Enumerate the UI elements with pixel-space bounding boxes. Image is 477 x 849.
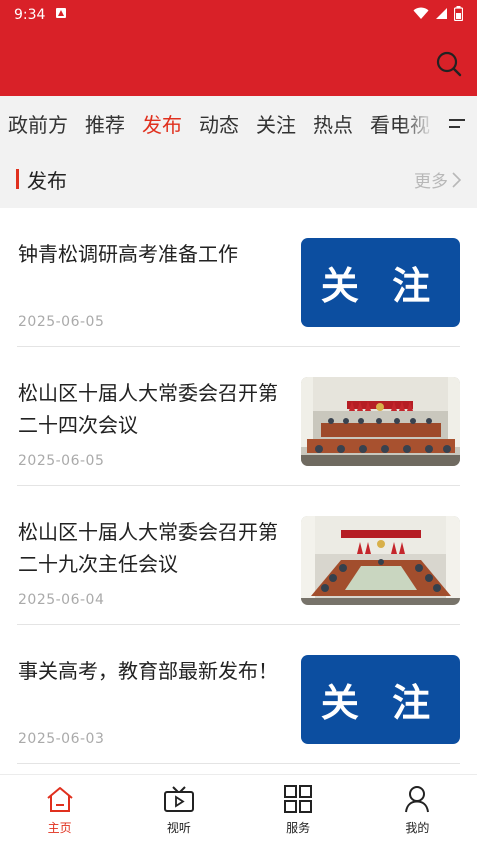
section-header: 发布 更多	[0, 150, 477, 208]
tab-redian[interactable]: 热点	[313, 109, 353, 138]
article-thumbnail: 关 注	[301, 238, 460, 327]
tab-tuijian[interactable]: 推荐	[85, 109, 125, 138]
bottom-nav: 主页 视听 服务 我的	[0, 774, 477, 849]
tv-icon	[163, 786, 194, 812]
menu-icon	[449, 119, 465, 128]
wifi-icon	[413, 7, 429, 24]
article-thumbnail	[301, 516, 460, 605]
nav-profile-label: 我的	[405, 821, 430, 835]
nav-home-label: 主页	[47, 821, 72, 835]
app-header	[0, 30, 477, 96]
article-date: 2025-06-03	[18, 731, 105, 747]
search-button[interactable]	[435, 50, 463, 78]
signal-icon	[435, 7, 448, 24]
status-time: 9:34	[14, 7, 46, 23]
article-thumbnail: 关 注	[301, 655, 460, 744]
channel-menu-button[interactable]	[437, 96, 477, 150]
nav-media[interactable]: 视听	[119, 775, 238, 849]
tab-dongtai[interactable]: 动态	[199, 109, 239, 138]
thumbnail-text: 关 注	[320, 264, 441, 308]
article-title: 事关高考，教育部最新发布！	[18, 659, 278, 683]
nav-services-label: 服务	[286, 821, 311, 835]
article-item[interactable]: 松山区十届人大常委会召开第二十九次主任会议 2025-06-04	[17, 486, 460, 625]
article-thumbnail	[301, 377, 460, 466]
tabs-fade	[401, 96, 441, 150]
nav-services[interactable]: 服务	[239, 775, 358, 849]
article-title: 钟青松调研高考准备工作	[18, 242, 238, 266]
chevron-right-icon	[452, 171, 461, 188]
meeting-photo-image	[301, 516, 460, 605]
nav-home[interactable]: 主页	[0, 775, 119, 849]
section-accent-bar	[16, 169, 19, 189]
article-item[interactable]: 松山区十届人大常委会召开第二十四次会议 2025-06-05	[17, 347, 460, 486]
search-icon	[436, 51, 462, 77]
thumbnail-text: 关 注	[320, 681, 441, 725]
article-title: 松山区十届人大常委会召开第二十九次主任会议	[18, 520, 278, 576]
tab-fabu[interactable]: 发布	[142, 109, 182, 138]
more-label: 更多	[414, 172, 448, 192]
status-bar: 9:34	[0, 0, 477, 30]
article-date: 2025-06-04	[18, 592, 105, 608]
article-title: 松山区十届人大常委会召开第二十四次会议	[18, 381, 278, 437]
user-icon	[405, 786, 430, 813]
more-link[interactable]: 更多	[414, 167, 461, 192]
channel-tabs: 政前方 推荐 发布 动态 关注 热点 看电视	[0, 96, 477, 150]
notification-icon	[55, 7, 67, 23]
grid-icon	[284, 785, 313, 813]
article-item[interactable]: 钟青松调研高考准备工作 2025-06-05 关 注	[17, 208, 460, 347]
article-date: 2025-06-05	[18, 314, 105, 330]
home-icon	[46, 787, 73, 812]
tab-zhengqianfang[interactable]: 政前方	[8, 109, 68, 138]
nav-profile[interactable]: 我的	[358, 775, 477, 849]
nav-media-label: 视听	[166, 821, 191, 835]
tab-guanzhu[interactable]: 关注	[256, 109, 296, 138]
meeting-photo-image	[301, 377, 460, 466]
battery-icon	[453, 5, 464, 25]
article-list: 钟青松调研高考准备工作 2025-06-05 关 注 松山区十届人大常委会召开第…	[0, 208, 477, 764]
article-item[interactable]: 事关高考，教育部最新发布！ 2025-06-03 关 注	[17, 625, 460, 764]
section-title: 发布	[27, 169, 67, 193]
article-date: 2025-06-05	[18, 453, 105, 469]
